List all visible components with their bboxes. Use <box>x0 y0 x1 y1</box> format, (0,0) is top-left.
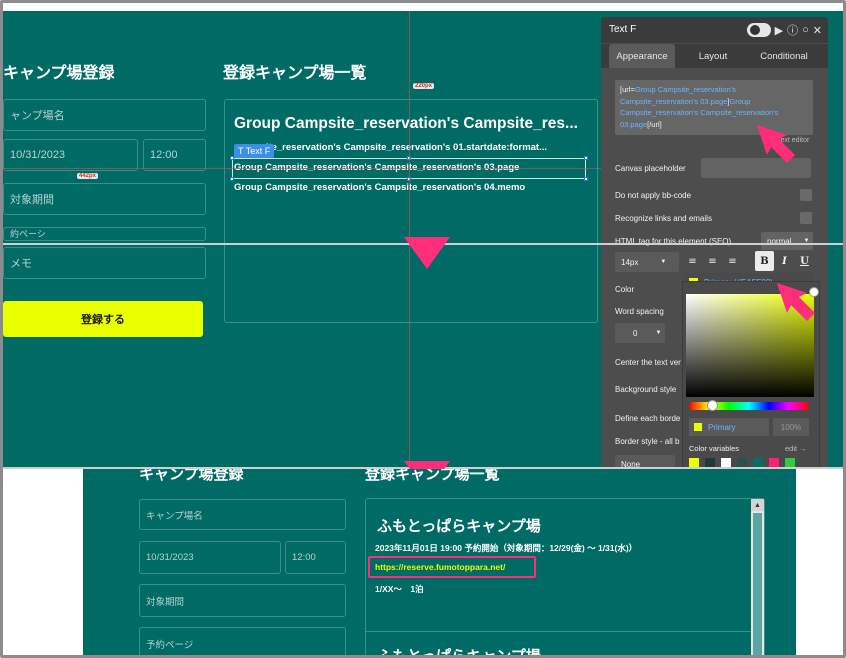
preview-registration-title: キャンプ場登録 <box>139 469 244 483</box>
play-icon[interactable]: ▶ <box>775 24 783 37</box>
canvas-placeholder-label: Canvas placeholder <box>615 164 686 173</box>
panel-tabs: Appearance Layout Conditional <box>601 44 828 68</box>
resize-handle[interactable] <box>230 177 234 181</box>
time-input[interactable]: 12:00 <box>143 139 206 171</box>
preview-list-title: 登録キャンプ場一覧 <box>365 469 500 483</box>
opacity-input[interactable]: 100% <box>773 418 809 436</box>
list-title: 登録キャンプ場一覧 <box>223 65 367 82</box>
recognize-links-checkbox[interactable] <box>800 212 812 224</box>
edit-variables-link[interactable]: edit → <box>785 444 807 453</box>
comment-icon[interactable]: ○ <box>802 24 809 36</box>
toggle-icon[interactable] <box>746 23 771 37</box>
scrollbar-thumb[interactable] <box>753 513 762 655</box>
word-spacing-input[interactable]: 0 ▼ <box>615 323 665 343</box>
campsite-name: ふもとっぱらキャンプ場 <box>377 518 541 535</box>
tab-layout[interactable]: Layout <box>685 44 741 68</box>
resize-handle[interactable] <box>584 156 588 160</box>
preview-period-input[interactable]: 対象期間 <box>139 584 346 617</box>
color-swatch <box>694 423 702 431</box>
group-heading: Group Campsite_reservation's Campsite_re… <box>234 115 578 132</box>
word-spacing-label: Word spacing <box>615 307 664 316</box>
pointer-arrow-icon <box>757 125 795 163</box>
pointer-arrow-icon <box>777 283 815 321</box>
dynamic-expression[interactable]: Group Campsite_reservation's Campsite_re… <box>620 85 736 106</box>
preview-campsite-name-input[interactable]: キャンプ場名 <box>139 499 346 530</box>
preview-page: キャンプ場登録 登録キャンプ場一覧 キャンプ場名 10/31/2023 12:0… <box>83 469 796 658</box>
card-separator <box>366 631 752 632</box>
align-left-icon[interactable]: ≡ <box>683 251 702 271</box>
close-icon[interactable]: ✕ <box>813 24 822 37</box>
guide-line-horizontal <box>3 168 601 169</box>
campsite-memo: 1/XX～ 1泊 <box>375 584 424 594</box>
panel-title: Text F <box>609 24 637 35</box>
memo-input[interactable]: メモ <box>3 247 206 279</box>
scroll-up-icon[interactable]: ▲ <box>751 499 764 511</box>
font-size-select[interactable]: 14px ▼ <box>615 252 679 272</box>
chevron-down-icon: ▼ <box>655 330 662 336</box>
chevron-down-icon: ▼ <box>660 259 667 265</box>
color-label: Color <box>615 285 635 294</box>
screenshot-frame: キャンプ場登録 登録キャンプ場一覧 ャンプ場名 10/31/2023 12:00… <box>0 0 846 658</box>
tab-appearance[interactable]: Appearance <box>609 44 675 68</box>
reservation-schedule: 2023年11月01日 19:00 予約開始（対象期間：12/29(金) ～ 1… <box>375 543 638 553</box>
preview-time-input[interactable]: 12:00 <box>285 541 346 574</box>
panel-icons: ▶ ⓘ ○ ✕ <box>746 22 822 38</box>
reservation-url-link[interactable]: https://reserve.fumotoppara.net/ <box>375 562 505 572</box>
registration-title: キャンプ場登録 <box>3 65 115 82</box>
background-style-label: Background style <box>615 385 677 394</box>
text-icon: T <box>238 146 246 156</box>
register-button[interactable]: 登録する <box>3 301 203 337</box>
html-tag-select[interactable]: normal ▼ <box>761 232 813 250</box>
underline-button[interactable]: U <box>795 251 814 271</box>
define-border-label: Define each borde <box>615 414 681 423</box>
bbcode-label: Do not apply bb-code <box>615 191 692 200</box>
down-arrow-icon <box>404 237 450 269</box>
period-input[interactable]: 対象期間 <box>3 183 206 215</box>
measurement-label: 220px <box>413 83 435 89</box>
primary-label: Primary <box>708 422 736 432</box>
campsite-name: ふもとっぱらキャンプ場 <box>377 648 541 658</box>
page-input[interactable]: 約ペーシ <box>3 227 206 241</box>
align-center-icon[interactable]: ≡ <box>703 251 722 271</box>
color-variables-label: Color variables <box>689 444 740 453</box>
tab-conditional[interactable]: Conditional <box>749 44 819 68</box>
align-right-icon[interactable]: ≡ <box>723 251 742 271</box>
hue-slider-handle[interactable] <box>707 400 718 411</box>
group-startdate-text[interactable]: ampsite_reservation's Campsite_reservati… <box>241 142 547 153</box>
resize-handle[interactable] <box>584 177 588 181</box>
bold-button[interactable]: B <box>755 251 774 271</box>
bbcode-close: [/url] <box>647 119 662 129</box>
primary-color-field[interactable]: Primary <box>689 418 769 436</box>
word-spacing-value: 0 <box>633 328 638 338</box>
measurement-label: 442px <box>77 173 99 179</box>
info-icon[interactable]: ⓘ <box>787 22 798 38</box>
italic-button[interactable]: I <box>775 251 794 271</box>
element-tag-label: Text F <box>245 146 271 156</box>
bbcode-open: [url= <box>620 85 635 94</box>
date-input[interactable]: 10/31/2023 <box>3 139 138 171</box>
group-memo-text[interactable]: Group Campsite_reservation's Campsite_re… <box>234 182 525 193</box>
preview-date-input[interactable]: 10/31/2023 <box>139 541 281 574</box>
preview-page-input[interactable]: 予約ページ <box>139 627 346 655</box>
campsite-name-input[interactable]: ャンプ場名 <box>3 99 206 131</box>
recognize-links-label: Recognize links and emails <box>615 214 712 223</box>
center-text-label: Center the text ver <box>615 358 681 367</box>
bbcode-checkbox[interactable] <box>800 189 812 201</box>
element-tag: T Text F <box>234 144 275 158</box>
border-style-label: Border style - all b <box>615 437 680 446</box>
font-size-value: 14px <box>621 257 639 267</box>
